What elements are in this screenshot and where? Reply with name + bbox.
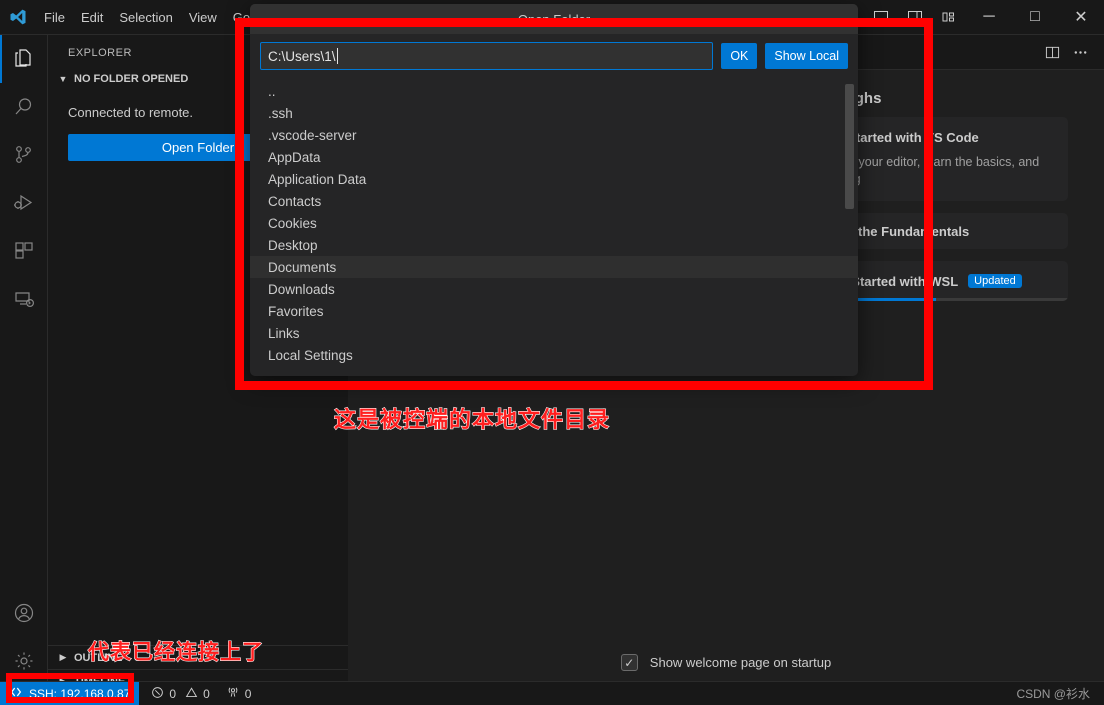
- status-bar: SSH: 192.168.0.87 0 0 0 CSDN @衫水: [0, 681, 1104, 705]
- sidebar-item-run-and-debug[interactable]: [0, 179, 48, 227]
- path-input[interactable]: C:\Users\1\: [260, 42, 714, 70]
- annotation-text-dialog: 这是被控端的本地文件目录: [333, 407, 611, 433]
- status-problems[interactable]: 0 0: [143, 682, 217, 705]
- startup-checkbox-label: Show welcome page on startup: [649, 655, 832, 670]
- ok-button[interactable]: OK: [721, 43, 758, 69]
- sidebar-item-search[interactable]: [0, 83, 48, 131]
- error-icon: [151, 686, 164, 702]
- warning-icon: [185, 686, 198, 702]
- list-item[interactable]: Links: [250, 322, 858, 344]
- annotation-text-remote: 代表已经连接上了: [87, 639, 264, 664]
- chevron-right-icon: ▶: [59, 652, 67, 662]
- list-item[interactable]: .vscode-server: [250, 124, 858, 146]
- account-icon[interactable]: [0, 589, 48, 637]
- warning-count: 0: [203, 686, 210, 701]
- menu-edit[interactable]: Edit: [73, 0, 111, 35]
- watermark: CSDN @衫水: [1016, 687, 1090, 701]
- split-editor-icon[interactable]: [1038, 38, 1066, 66]
- error-count: 0: [169, 686, 177, 701]
- list-item[interactable]: Cookies: [250, 212, 858, 234]
- sidebar-item-extensions[interactable]: [0, 227, 48, 275]
- status-badge: Updated: [968, 274, 1022, 288]
- vscode-logo-icon: [0, 0, 36, 35]
- sidebar-item-source-control[interactable]: [0, 131, 48, 179]
- list-item[interactable]: AppData: [250, 146, 858, 168]
- dialog-title: Open Folder: [250, 4, 858, 34]
- broadcast-icon: [226, 685, 240, 702]
- maximize-button[interactable]: □: [1012, 0, 1058, 35]
- list-item[interactable]: Desktop: [250, 234, 858, 256]
- list-item[interactable]: Contacts: [250, 190, 858, 212]
- vscode-window: File Edit Selection View Go Open Folder …: [0, 0, 1104, 705]
- list-item[interactable]: Downloads: [250, 278, 858, 300]
- show-local-button[interactable]: Show Local: [765, 43, 848, 69]
- close-button[interactable]: ✕: [1058, 0, 1104, 35]
- status-ports[interactable]: 0: [218, 682, 260, 705]
- chevron-down-icon: ▼: [58, 74, 68, 84]
- ports-count: 0: [244, 686, 252, 701]
- gear-icon[interactable]: [0, 637, 48, 685]
- list-item[interactable]: Application Data: [250, 168, 858, 190]
- menu-view[interactable]: View: [181, 0, 225, 35]
- status-remote-label: SSH: 192.168.0.87: [29, 686, 131, 701]
- dialog-scrollbar[interactable]: [845, 84, 854, 209]
- dialog-input-row: C:\Users\1\ OK Show Local: [250, 34, 858, 76]
- startup-checkbox[interactable]: ✓: [620, 654, 638, 671]
- sidebar-item-remote-explorer[interactable]: [0, 275, 48, 323]
- path-input-value: C:\Users\1\: [268, 48, 336, 64]
- sidebar-item-explorer[interactable]: [0, 35, 48, 83]
- list-item-selected[interactable]: Documents: [250, 256, 858, 278]
- open-folder-dialog[interactable]: Open Folder C:\Users\1\ OK Show Local ..…: [250, 4, 858, 376]
- customize-layout-icon[interactable]: [932, 0, 966, 35]
- startup-checkbox-row[interactable]: ✓ Show welcome page on startup: [348, 654, 1104, 671]
- list-item[interactable]: .ssh: [250, 102, 858, 124]
- panel-bottom-icon[interactable]: [864, 0, 898, 35]
- list-item[interactable]: ..: [250, 80, 858, 102]
- more-actions-icon[interactable]: [1066, 38, 1094, 66]
- window-controls: ─ □ ✕: [830, 0, 1104, 35]
- list-item[interactable]: Local Settings: [250, 344, 858, 366]
- remote-icon: [9, 685, 23, 702]
- list-item[interactable]: Favorites: [250, 300, 858, 322]
- directory-list[interactable]: .. .ssh .vscode-server AppData Applicati…: [250, 76, 858, 376]
- activity-bar: [0, 35, 48, 693]
- status-remote-indicator[interactable]: SSH: 192.168.0.87: [0, 681, 140, 705]
- text-caret: [336, 48, 338, 64]
- minimize-button[interactable]: ─: [966, 0, 1012, 35]
- menu-file[interactable]: File: [36, 0, 73, 35]
- menu-selection[interactable]: Selection: [111, 0, 180, 35]
- panel-right-icon[interactable]: [898, 0, 932, 35]
- explorer-section-label: NO FOLDER OPENED: [74, 73, 189, 85]
